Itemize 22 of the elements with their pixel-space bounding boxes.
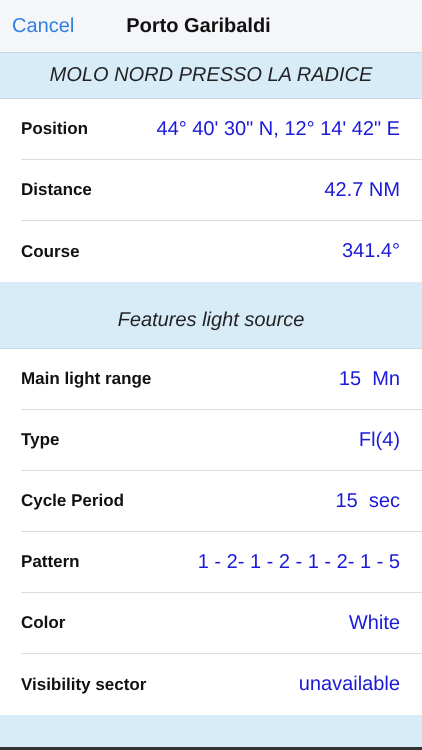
row-label: Pattern <box>21 552 80 572</box>
row-value: unavailable <box>298 673 400 696</box>
row-label: Course <box>21 242 80 262</box>
row-label: Distance <box>21 180 92 200</box>
row-value: 44° 40' 30" N, 12° 14' 42" E <box>156 118 400 140</box>
row-label: Color <box>21 613 66 633</box>
section-title: MOLO NORD PRESSO LA RADICE <box>50 64 372 87</box>
row-label: Type <box>21 430 60 450</box>
row-label: Cycle Period <box>21 491 124 511</box>
row-label: Main light range <box>21 369 152 389</box>
row-value: 15 sec <box>336 490 400 512</box>
cancel-button[interactable]: Cancel <box>12 14 74 38</box>
screen-title: Porto Garibaldi <box>126 14 271 38</box>
row-label: Visibility sector <box>21 674 146 694</box>
row-value: 42.7 NM <box>324 178 400 202</box>
row-value: White <box>348 612 400 634</box>
row-label: Position <box>21 119 88 139</box>
row-value: 1 - 2- 1 - 2 - 1 - 2- 1 - 5 <box>198 550 400 574</box>
row-value: 341.4° <box>342 240 400 263</box>
section-title: Features light source <box>118 309 304 332</box>
row-value: 15 Mn <box>338 368 400 390</box>
row-value: Fl(4) <box>358 428 400 452</box>
